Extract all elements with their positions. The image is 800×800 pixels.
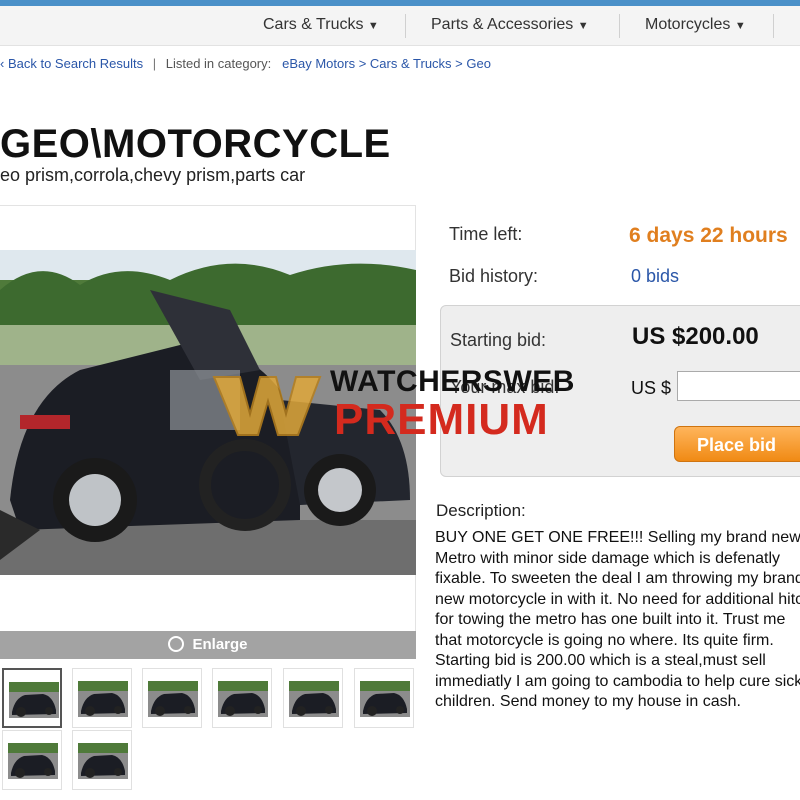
- breadcrumb-divider: |: [152, 56, 157, 71]
- watermark-line1: WATCHERSWEB: [330, 365, 575, 398]
- enlarge-label: Enlarge: [192, 636, 248, 653]
- dropdown-arrow-icon: ▼: [577, 20, 589, 32]
- watermark-logo-icon: [212, 376, 322, 436]
- nav-divider: [619, 14, 620, 38]
- dropdown-arrow-icon: ▼: [367, 20, 379, 32]
- back-arrow-icon: ‹: [0, 56, 5, 71]
- breadcrumb-separator: >: [455, 56, 463, 71]
- thumbnail[interactable]: [2, 668, 62, 728]
- thumbnail-image: [78, 743, 128, 779]
- thumbnail-image: [9, 682, 59, 718]
- thumbnail[interactable]: [283, 668, 343, 728]
- watermark-line2: PREMIUM: [334, 395, 549, 444]
- nav-cars-trucks-label: Cars & Trucks: [263, 16, 364, 33]
- currency-prefix: US $: [631, 378, 672, 398]
- thumbnail-image: [289, 681, 339, 717]
- nav-motorcycles[interactable]: Motorcycles ▼: [645, 16, 746, 34]
- description-label: Description:: [436, 501, 526, 520]
- thumbnail[interactable]: [354, 668, 414, 728]
- thumbnail[interactable]: [72, 668, 132, 728]
- top-nav-bar: Cars & Trucks ▼ Parts & Accessories ▼ Mo…: [0, 0, 800, 46]
- nav-divider: [405, 14, 406, 38]
- breadcrumb: ‹ Back to Search Results | Listed in cat…: [0, 56, 491, 71]
- bid-history-link[interactable]: 0 bids: [631, 266, 679, 287]
- thumbnail-image: [148, 681, 198, 717]
- breadcrumb-cars-trucks[interactable]: Cars & Trucks: [370, 56, 452, 71]
- description-text: BUY ONE GET ONE FREE!!! Selling my brand…: [435, 529, 800, 710]
- listing-subtitle: eo prism,corrola,chevy prism,parts car: [0, 165, 306, 185]
- thumbnail[interactable]: [72, 730, 132, 790]
- starting-bid-label: Starting bid:: [450, 330, 547, 350]
- enlarge-button[interactable]: Enlarge: [0, 631, 416, 659]
- nav-motorcycles-label: Motorcycles: [645, 16, 731, 33]
- thumbnail-image: [360, 681, 410, 717]
- breadcrumb-ebay-motors[interactable]: eBay Motors: [282, 56, 355, 71]
- dropdown-arrow-icon: ▼: [734, 20, 746, 32]
- thumbnail[interactable]: [212, 668, 272, 728]
- watermark: WATCHERSWEB PREMIUM: [212, 365, 612, 445]
- place-bid-button[interactable]: Place bid: [674, 426, 800, 462]
- listing-title: GEO\MOTORCYCLE: [0, 122, 391, 166]
- breadcrumb-separator: >: [358, 56, 367, 71]
- nav-parts-accessories[interactable]: Parts & Accessories ▼: [431, 16, 589, 34]
- magnifier-icon: [168, 636, 185, 652]
- thumbnail[interactable]: [142, 668, 202, 728]
- max-bid-input[interactable]: [677, 371, 800, 401]
- nav-cars-trucks[interactable]: Cars & Trucks ▼: [263, 16, 379, 34]
- thumbnail[interactable]: [2, 730, 62, 790]
- breadcrumb-geo[interactable]: Geo: [466, 56, 491, 71]
- nav-parts-accessories-label: Parts & Accessories: [431, 16, 574, 33]
- thumbnail-image: [78, 681, 128, 717]
- nav-divider: [773, 14, 774, 38]
- thumbnail-image: [8, 743, 58, 779]
- listed-in-label: Listed in category:: [165, 56, 272, 71]
- time-left-label: Time left:: [449, 224, 523, 244]
- bid-history-label: Bid history:: [449, 266, 539, 286]
- starting-bid-value: US $200.00: [632, 323, 759, 350]
- back-to-search-link[interactable]: Back to Search Results: [8, 56, 143, 71]
- thumbnail-image: [218, 681, 268, 717]
- time-left-value: 6 days 22 hours: [629, 224, 788, 247]
